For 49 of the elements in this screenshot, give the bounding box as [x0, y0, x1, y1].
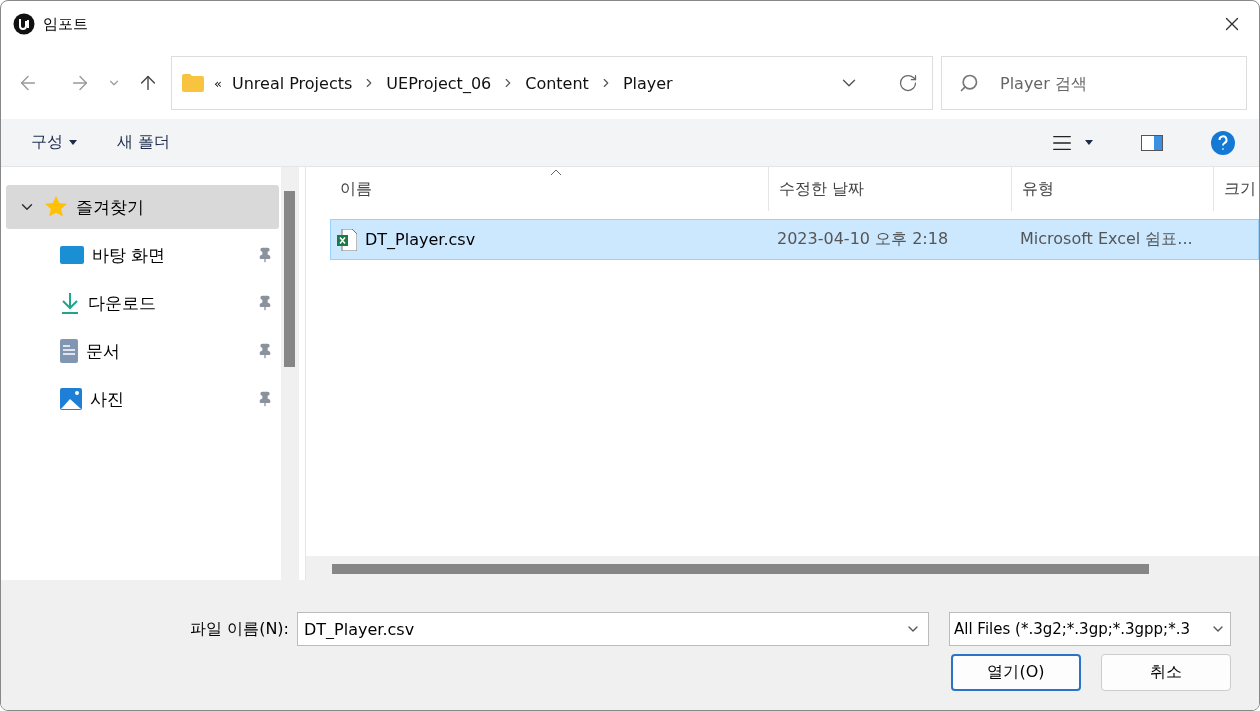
- sidebar-label: 다운로드: [88, 291, 157, 315]
- spreadsheet-file-icon: [337, 228, 357, 251]
- app-logo-icon: [13, 13, 35, 35]
- search-field[interactable]: Player 검색: [941, 56, 1247, 110]
- column-header[interactable]: 이름: [330, 167, 768, 211]
- file-name-label: 파일 이름(N):: [190, 618, 289, 640]
- sidebar-item[interactable]: 즐겨찾기: [6, 185, 279, 229]
- scrollbar[interactable]: [281, 167, 299, 580]
- sidebar-item[interactable]: 문서: [6, 329, 279, 373]
- sidebar-label: 바탕 화면: [92, 243, 167, 267]
- window-title: 임포트: [43, 14, 89, 34]
- help-icon: [1211, 130, 1235, 155]
- column-header[interactable]: 수정한 날짜: [768, 167, 1011, 211]
- scrollbar[interactable]: [306, 556, 1259, 580]
- search-icon: [959, 73, 979, 93]
- document-icon: [60, 339, 78, 363]
- folder-icon: [182, 74, 204, 92]
- sidebar-label: 사진: [90, 387, 125, 411]
- sidebar-item[interactable]: 사진: [6, 377, 279, 421]
- breadcrumb-item[interactable]: Player: [622, 73, 673, 93]
- download-icon: [60, 292, 80, 314]
- overflow-marker[interactable]: «: [214, 75, 222, 91]
- caret-icon: [1085, 140, 1093, 145]
- organize-button[interactable]: 구성: [31, 132, 77, 153]
- new-folder-button[interactable]: 새 폴더: [117, 132, 171, 153]
- sidebar-item[interactable]: 바탕 화면: [6, 233, 279, 277]
- picture-icon: [60, 388, 82, 410]
- file-row[interactable]: DT_Player.csv 2023-04-10 오후 2:18 Microsoft Excel 쉼표...: [330, 219, 1259, 260]
- sidebar-label: 문서: [86, 339, 121, 363]
- refresh-icon: [898, 73, 918, 93]
- column-header[interactable]: 유형: [1011, 167, 1213, 211]
- sidebar-item[interactable]: 다운로드: [6, 281, 279, 325]
- modified-date: 2023-04-10 오후 2:18: [776, 229, 950, 250]
- breadcrumb-item[interactable]: Unreal Projects: [231, 73, 353, 93]
- caret-icon: [69, 140, 77, 145]
- file-name-field[interactable]: DT_Player.csv: [297, 612, 929, 646]
- breadcrumb-item[interactable]: UEProject_06: [386, 73, 492, 93]
- file-type: Microsoft Excel 쉼표...: [1019, 229, 1194, 250]
- cancel-button[interactable]: 취소: [1101, 654, 1231, 691]
- file-type-dropdown[interactable]: All Files (*.3g2;*.3gp;*.3gpp;*.3: [949, 612, 1231, 646]
- preview-pane-icon: [1141, 134, 1163, 151]
- sidebar-label: 즐겨찾기: [76, 195, 145, 219]
- desktop-icon: [60, 246, 84, 264]
- column-header[interactable]: 크기: [1213, 167, 1259, 211]
- file-name: DT_Player.csv: [365, 230, 476, 249]
- breadcrumb-item[interactable]: Content: [525, 73, 589, 93]
- star-icon: [44, 195, 68, 219]
- address-bar[interactable]: « Unreal Projects UEProject_06 Content Player: [171, 56, 933, 110]
- open-button[interactable]: 열기(O): [951, 654, 1081, 691]
